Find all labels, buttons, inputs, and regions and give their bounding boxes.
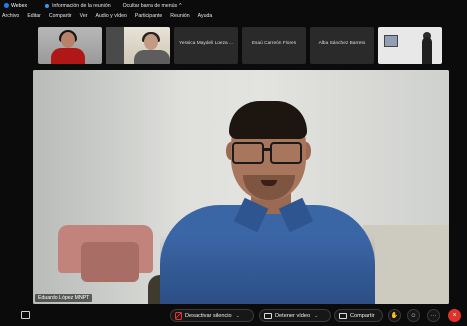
camera-icon	[264, 312, 272, 319]
reactions-button[interactable]: ☺	[407, 309, 420, 322]
participant-tile[interactable]: Esaú Carreón Flores	[242, 27, 306, 64]
title-bar: Webex Información de la reunión Ocultar …	[0, 0, 467, 11]
menu-item-participante[interactable]: Participante	[135, 13, 162, 19]
leave-meeting-button[interactable]: ×	[448, 309, 461, 322]
hide-menu-button[interactable]: Ocultar barra de menús ^	[123, 3, 182, 9]
meeting-info-button[interactable]: Información de la reunión	[45, 3, 111, 9]
menu-item-editar[interactable]: Editar	[27, 13, 41, 19]
app-brand: Webex	[4, 3, 27, 9]
menu-item-reunion[interactable]: Reunión	[170, 13, 189, 19]
chat-icon[interactable]	[21, 311, 30, 319]
more-options-button[interactable]: ···	[427, 309, 440, 322]
share-button[interactable]: Compartir	[334, 309, 383, 322]
participant-strip: Yessica Maydeli Loeza ... Esaú Carreón F…	[0, 27, 467, 67]
participant-name: Yessica Maydeli Loeza ...	[179, 41, 233, 46]
participant-name: Esaú Carreón Flores	[251, 41, 297, 46]
participant-tile[interactable]: Yessica Maydeli Loeza ...	[174, 27, 238, 64]
participant-tile[interactable]	[38, 27, 102, 64]
menu-item-ayuda[interactable]: Ayuda	[198, 13, 213, 19]
participant-tile[interactable]	[106, 27, 170, 64]
meeting-info-label: Información de la reunión	[52, 2, 111, 9]
share-label: Compartir	[350, 312, 375, 319]
speaker-name-tag: Eduardo López MNPT	[35, 294, 93, 302]
chevron-down-icon[interactable]: ⌄	[314, 313, 318, 319]
menu-item-audio-video[interactable]: Audio y vídeo	[95, 13, 126, 19]
info-icon	[45, 3, 50, 8]
more-icon: ···	[430, 312, 437, 319]
stop-video-button[interactable]: Detener vídeo ⌄	[259, 309, 331, 322]
meeting-controls: Desactivar silencio ⌄ Detener vídeo ⌄ Co…	[0, 306, 467, 326]
unmute-button[interactable]: Desactivar silencio ⌄	[170, 309, 254, 322]
hand-icon: ✋	[390, 313, 399, 319]
close-icon: ×	[452, 312, 457, 319]
raise-hand-button[interactable]: ✋	[388, 309, 401, 322]
muted-mic-icon	[175, 311, 182, 320]
participant-tile[interactable]: Alba Sánchez Barreto	[310, 27, 374, 64]
stop-video-label: Detener vídeo	[275, 312, 311, 319]
webex-logo-icon	[4, 3, 9, 8]
participant-tile[interactable]	[378, 27, 442, 64]
share-screen-icon	[339, 312, 347, 319]
chevron-up-icon: ^	[179, 2, 182, 9]
chevron-down-icon[interactable]: ⌄	[236, 313, 240, 319]
hide-menu-label: Ocultar barra de menús	[122, 2, 178, 9]
menu-item-ver[interactable]: Ver	[80, 13, 88, 19]
active-speaker-video[interactable]: Eduardo López MNPT	[33, 70, 449, 304]
participant-name: Alba Sánchez Barreto	[318, 41, 366, 46]
menu-bar: Archivo Editar Compartir Ver Audio y víd…	[0, 11, 467, 21]
smiley-icon: ☺	[410, 312, 417, 319]
menu-item-archivo[interactable]: Archivo	[2, 13, 19, 19]
unmute-label: Desactivar silencio	[185, 312, 232, 319]
menu-item-compartir[interactable]: Compartir	[49, 13, 72, 19]
app-name: Webex	[11, 2, 28, 9]
